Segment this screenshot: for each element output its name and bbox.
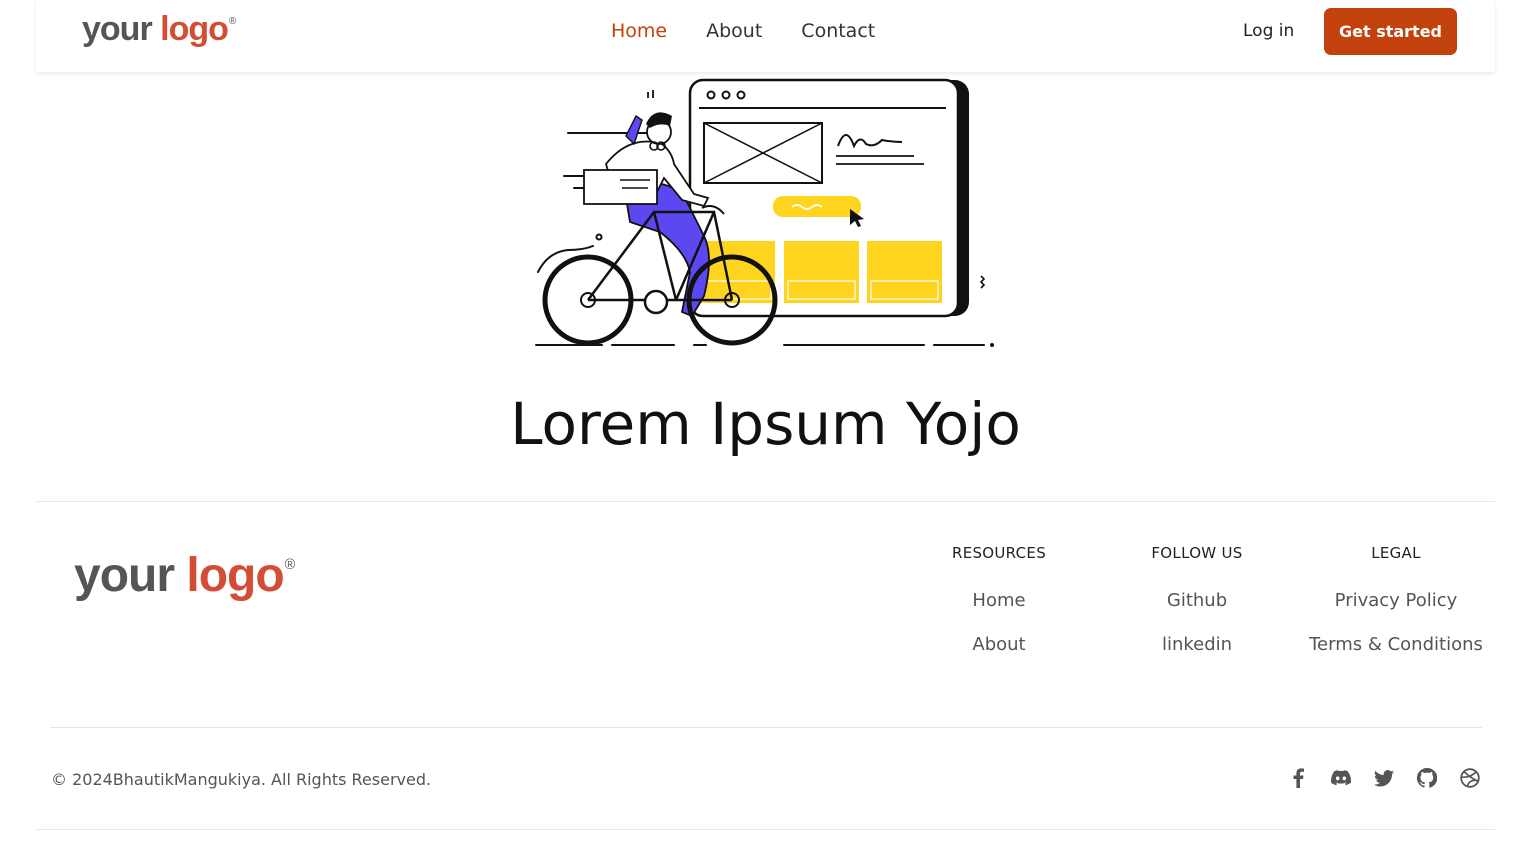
footer-divider-bottom bbox=[36, 829, 1495, 830]
footer-divider-top bbox=[36, 501, 1495, 502]
get-started-button[interactable]: Get started bbox=[1324, 8, 1457, 55]
footer-column-title: FOLLOW US bbox=[1151, 544, 1243, 562]
discord-icon[interactable] bbox=[1331, 767, 1351, 789]
header-logo[interactable]: your logo® bbox=[82, 10, 236, 49]
nav-link-about[interactable]: About bbox=[706, 20, 762, 42]
nav-link-contact[interactable]: Contact bbox=[801, 20, 875, 42]
footer-link-home[interactable]: Home bbox=[899, 590, 1099, 611]
footer-column-title: RESOURCES bbox=[951, 544, 1047, 562]
footer-link-privacy-policy[interactable]: Privacy Policy bbox=[1296, 590, 1496, 611]
nav-link-home[interactable]: Home bbox=[611, 20, 667, 42]
github-icon[interactable] bbox=[1417, 767, 1437, 789]
ground-lines bbox=[535, 343, 994, 347]
twitter-icon[interactable] bbox=[1374, 767, 1394, 789]
footer-link-github[interactable]: Github bbox=[1097, 590, 1297, 611]
dribbble-icon[interactable] bbox=[1460, 767, 1480, 789]
page: your logo® Home About Contact Log in Get… bbox=[36, 0, 1495, 845]
footer-logo[interactable]: your logo® bbox=[74, 548, 295, 603]
copyright-text: © 2024BhautikMangukiya. All Rights Reser… bbox=[51, 770, 432, 789]
footer-link-about[interactable]: About bbox=[899, 634, 1099, 655]
footer-column-follow-us: FOLLOW US Github linkedin bbox=[1097, 538, 1297, 655]
footer-column-resources: RESOURCES Home About bbox=[899, 538, 1099, 655]
browser-window bbox=[688, 78, 986, 318]
main-nav: Home About Contact bbox=[611, 20, 875, 42]
footer-link-linkedin[interactable]: linkedin bbox=[1097, 634, 1297, 655]
hero-illustration bbox=[535, 78, 994, 347]
hero-title: Lorem Ipsum Yojo bbox=[510, 390, 1021, 458]
social-links bbox=[1288, 767, 1480, 789]
facebook-icon[interactable] bbox=[1288, 767, 1308, 789]
footer-column-title: LEGAL bbox=[1371, 544, 1421, 562]
footer-column-legal: LEGAL Privacy Policy Terms & Conditions bbox=[1296, 538, 1496, 655]
footer-link-terms-conditions[interactable]: Terms & Conditions bbox=[1296, 634, 1496, 655]
footer-divider-middle bbox=[50, 727, 1482, 728]
login-link[interactable]: Log in bbox=[1243, 21, 1294, 41]
navbar: your logo® Home About Contact Log in Get… bbox=[36, 0, 1495, 72]
